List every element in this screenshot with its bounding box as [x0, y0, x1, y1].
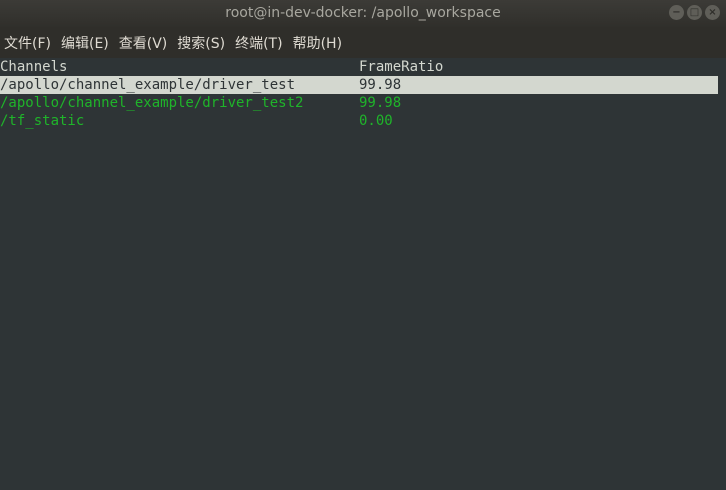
channel-name: /apollo/channel_example/driver_test [0, 77, 296, 93]
window-controls: − □ × [669, 5, 720, 20]
channels-header: Channels [0, 59, 68, 75]
frame-ratio-value: 99.98 [359, 95, 402, 111]
menu-help[interactable]: 帮助(H) [288, 33, 347, 53]
frame-ratio-value: 99.98 [359, 77, 402, 93]
terminal-window: root@in-dev-docker: /apollo_workspace − … [0, 0, 726, 490]
channel-row-selected[interactable]: /apollo/channel_example/driver_test 99.9… [0, 76, 718, 94]
menu-terminal[interactable]: 终端(T) [230, 33, 287, 53]
channel-name: /tf_static [0, 113, 85, 129]
menu-file[interactable]: 文件(F) [0, 33, 56, 53]
title-bar[interactable]: root@in-dev-docker: /apollo_workspace − … [0, 0, 726, 27]
channel-name: /apollo/channel_example/driver_test2 [0, 95, 304, 111]
column-headers: Channels FrameRatio [0, 58, 726, 76]
minimize-button[interactable]: − [669, 5, 684, 20]
frame-ratio-header: FrameRatio [359, 59, 444, 75]
terminal-content[interactable]: Channels FrameRatio /apollo/channel_exam… [0, 58, 726, 490]
menu-edit[interactable]: 编辑(E) [56, 33, 114, 53]
maximize-button[interactable]: □ [687, 5, 702, 20]
terminal-scrollbar[interactable] [718, 58, 726, 490]
close-button[interactable]: × [705, 5, 720, 20]
menu-bar: 文件(F) 编辑(E) 查看(V) 搜索(S) 终端(T) 帮助(H) [0, 27, 726, 58]
window-title: root@in-dev-docker: /apollo_workspace [225, 5, 501, 21]
menu-search[interactable]: 搜索(S) [172, 33, 230, 53]
menu-view[interactable]: 查看(V) [114, 33, 173, 53]
frame-ratio-value: 0.00 [359, 113, 393, 129]
channel-row[interactable]: /tf_static 0.00 [0, 112, 726, 130]
channel-row[interactable]: /apollo/channel_example/driver_test2 99.… [0, 94, 726, 112]
